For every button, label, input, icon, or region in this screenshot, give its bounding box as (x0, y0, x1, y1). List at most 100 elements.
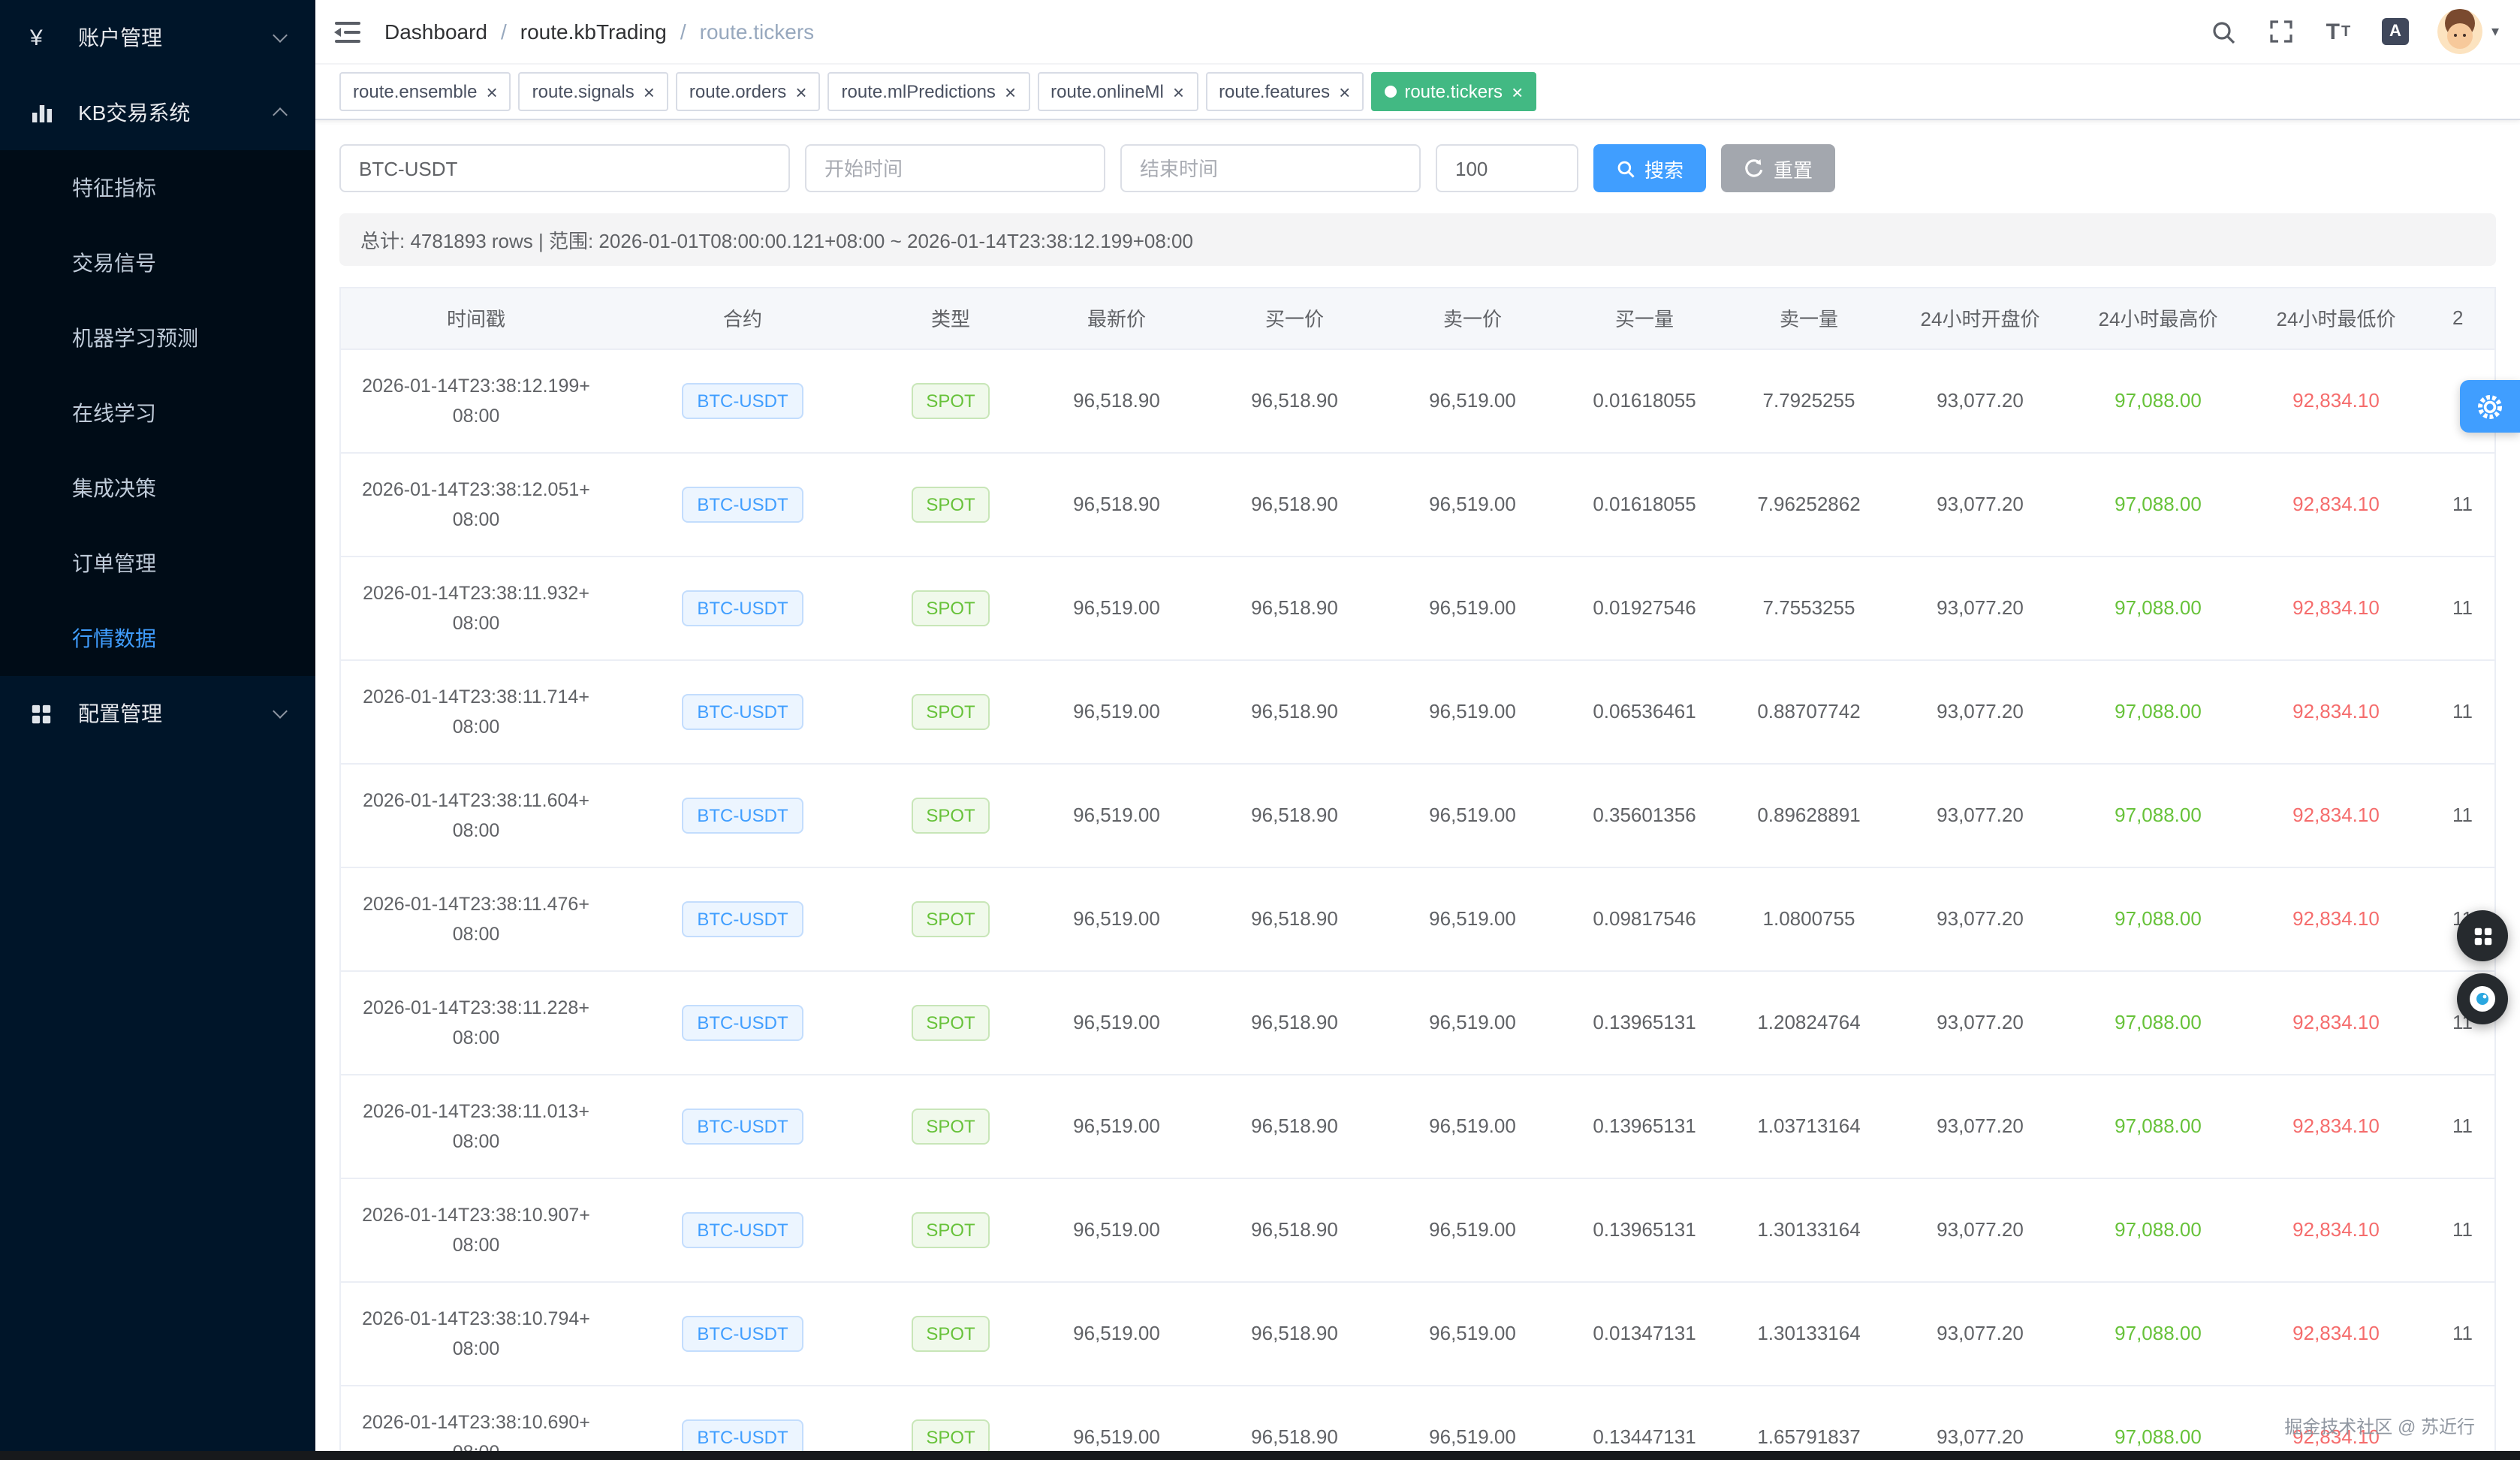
reset-button[interactable]: 重置 (1721, 144, 1835, 192)
instrument-tag[interactable]: BTC-USDT (682, 1211, 803, 1247)
breadcrumb-item-dashboard[interactable]: Dashboard (384, 20, 487, 44)
cell-ts: 2026-01-14T23:38:11.604+08:00 (341, 763, 611, 867)
instrument-tag[interactable]: BTC-USDT (682, 382, 803, 418)
instrument-tag[interactable]: BTC-USDT (682, 693, 803, 729)
cell-inst: BTC-USDT (611, 1074, 874, 1178)
user-menu[interactable]: ▾ (2437, 9, 2499, 54)
cell-inst: BTC-USDT (611, 659, 874, 763)
tab-close-icon[interactable]: × (795, 82, 806, 101)
type-tag[interactable]: SPOT (911, 1315, 990, 1351)
search-button[interactable]: 搜索 (1593, 144, 1706, 192)
tab-close-icon[interactable]: × (1339, 82, 1350, 101)
cell-ask: 96,519.00 (1383, 556, 1562, 659)
symbol-input[interactable] (339, 144, 790, 192)
tab-route.mlPredictions[interactable]: route.mlPredictions× (828, 72, 1030, 111)
sidebar-subitem-0[interactable]: 特征指标 (0, 150, 315, 225)
cell-type: SPOT (874, 452, 1027, 556)
instrument-tag[interactable]: BTC-USDT (682, 1004, 803, 1040)
fullscreen-icon[interactable] (2266, 15, 2296, 48)
tab-close-icon[interactable]: × (1512, 82, 1523, 101)
end-time-input[interactable] (1120, 144, 1421, 192)
sidebar-item-kbtrading[interactable]: KB交易系统 (0, 75, 315, 150)
cell-type: SPOT (874, 1281, 1027, 1385)
cell-open: 93,077.20 (1891, 970, 2069, 1074)
type-tag[interactable]: SPOT (911, 693, 990, 729)
float-widget-logo[interactable] (2457, 973, 2508, 1024)
cell-ask: 96,519.00 (1383, 1385, 1562, 1451)
sidebar-subitem-6[interactable]: 行情数据 (0, 601, 315, 676)
tab-close-icon[interactable]: × (1173, 82, 1184, 101)
type-tag[interactable]: SPOT (911, 486, 990, 522)
instrument-tag[interactable]: BTC-USDT (682, 797, 803, 833)
bottom-bar (0, 1451, 2520, 1460)
breadcrumb: Dashboard / route.kbTrading / route.tick… (384, 20, 814, 44)
start-time-input[interactable] (805, 144, 1105, 192)
type-tag[interactable]: SPOT (911, 382, 990, 418)
cell-low: 92,834.10 (2247, 763, 2425, 867)
sidebar-subitem-2[interactable]: 机器学习预测 (0, 300, 315, 376)
tab-route.signals[interactable]: route.signals× (519, 72, 668, 111)
language-icon[interactable]: A (2380, 15, 2410, 48)
type-tag[interactable]: SPOT (911, 1108, 990, 1144)
cell-bid_sz: 0.35601356 (1562, 763, 1727, 867)
tab-close-icon[interactable]: × (486, 82, 497, 101)
refresh-icon (1744, 158, 1765, 179)
language-glyph: A (2382, 18, 2409, 45)
font-size-icon[interactable]: TT (2323, 15, 2353, 48)
active-tab-dot (1385, 86, 1397, 98)
cell-ask: 96,519.00 (1383, 867, 1562, 970)
settings-gear-button[interactable] (2460, 380, 2520, 433)
tab-route.features[interactable]: route.features× (1205, 72, 1364, 111)
gear-icon (2475, 391, 2505, 421)
tab-close-icon[interactable]: × (1005, 82, 1016, 101)
cell-ask_sz: 7.7553255 (1727, 556, 1891, 659)
search-icon[interactable] (2209, 15, 2239, 48)
instrument-tag[interactable]: BTC-USDT (682, 1419, 803, 1451)
cell-bid_sz: 0.13965131 (1562, 970, 1727, 1074)
col-header-inst: 合约 (611, 288, 874, 348)
col-header-type: 类型 (874, 288, 1027, 348)
sidebar-subitem-5[interactable]: 订单管理 (0, 526, 315, 601)
sidebar-subitem-1[interactable]: 交易信号 (0, 225, 315, 300)
type-tag[interactable]: SPOT (911, 1211, 990, 1247)
tab-route.onlineMl[interactable]: route.onlineMl× (1037, 72, 1198, 111)
tab-route.tickers[interactable]: route.tickers× (1371, 72, 1536, 111)
cell-type: SPOT (874, 970, 1027, 1074)
instrument-tag[interactable]: BTC-USDT (682, 900, 803, 937)
table-row: 2026-01-14T23:38:11.604+08:00 BTC-USDT SPO… (341, 763, 2496, 867)
summary-bar: 总计: 4781893 rows | 范围: 2026-01-01T08:00:… (339, 213, 2496, 266)
hamburger-icon[interactable] (333, 15, 363, 48)
cell-open: 93,077.20 (1891, 556, 2069, 659)
sidebar-item-config[interactable]: 配置管理 (0, 676, 315, 751)
type-tag[interactable]: SPOT (911, 797, 990, 833)
cell-cut: 11 (2425, 556, 2496, 659)
limit-input[interactable] (1436, 144, 1578, 192)
cell-ask_sz: 0.88707742 (1727, 659, 1891, 763)
type-tag[interactable]: SPOT (911, 1419, 990, 1451)
cell-cut: 11 (2425, 763, 2496, 867)
cell-ask_sz: 1.30133164 (1727, 1281, 1891, 1385)
breadcrumb-item-kbtrading[interactable]: route.kbTrading (520, 20, 667, 44)
sidebar-item-label: 配置管理 (78, 698, 162, 728)
grid-icon (30, 702, 66, 725)
sidebar-subitem-3[interactable]: 在线学习 (0, 376, 315, 451)
tab-route.ensemble[interactable]: route.ensemble× (339, 72, 511, 111)
type-tag[interactable]: SPOT (911, 900, 990, 937)
instrument-tag[interactable]: BTC-USDT (682, 1315, 803, 1351)
cell-cut: 11 (2425, 1281, 2496, 1385)
instrument-tag[interactable]: BTC-USDT (682, 1108, 803, 1144)
type-tag[interactable]: SPOT (911, 590, 990, 626)
instrument-tag[interactable]: BTC-USDT (682, 486, 803, 522)
cell-open: 93,077.20 (1891, 1074, 2069, 1178)
sidebar-item-account[interactable]: ¥ 账户管理 (0, 0, 315, 75)
avatar[interactable] (2437, 9, 2482, 54)
tab-route.orders[interactable]: route.orders× (676, 72, 821, 111)
cell-bid: 96,518.90 (1206, 970, 1383, 1074)
sidebar-subitem-4[interactable]: 集成决策 (0, 451, 315, 526)
float-widget-grid[interactable] (2457, 910, 2508, 961)
instrument-tag[interactable]: BTC-USDT (682, 590, 803, 626)
tab-close-icon[interactable]: × (644, 82, 655, 101)
cell-ask: 96,519.00 (1383, 659, 1562, 763)
type-tag[interactable]: SPOT (911, 1004, 990, 1040)
cell-bid: 96,518.90 (1206, 1178, 1383, 1281)
